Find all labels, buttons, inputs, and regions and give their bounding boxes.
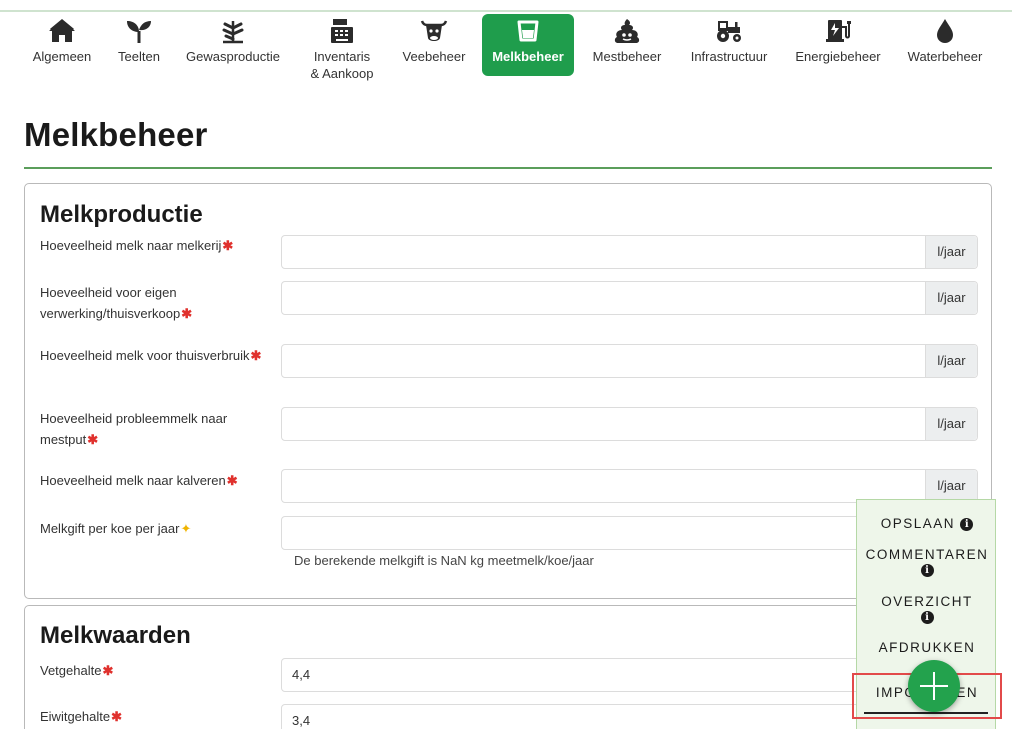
unit-addon: l/jaar xyxy=(925,470,977,502)
water-drop-icon xyxy=(898,18,992,48)
label-text: Hoeveelheid melk naar kalveren xyxy=(40,473,226,488)
sprout-icon xyxy=(110,18,168,48)
fab-plus-button[interactable] xyxy=(908,660,960,712)
nav-label: Teelten xyxy=(118,49,160,64)
melk-naar-melkerij-input[interactable]: l/jaar xyxy=(281,235,978,269)
field-label: Hoeveelheid melk naar kalveren✱ xyxy=(40,470,270,491)
section-title: Melkproductie xyxy=(40,201,203,228)
probleemmelk-input[interactable]: l/jaar xyxy=(281,407,978,441)
required-marker: ✱ xyxy=(87,432,99,447)
section-title: Melkwaarden xyxy=(40,622,191,649)
melkgift-input[interactable] xyxy=(281,516,861,550)
info-icon: i xyxy=(920,563,934,577)
nav-label: Infrastructuur xyxy=(690,49,768,64)
label-text: Hoeveelheid voor eigen verwerking/thuisv… xyxy=(40,285,181,321)
nav-item-inventaris[interactable]: Inventaris & Aankoop xyxy=(298,14,386,81)
label-text: Hoeveelheid melk voor thuisverbruik xyxy=(40,348,250,363)
commentaren-button[interactable]: COMMENTAREN i xyxy=(857,547,997,577)
label-text: Vetgehalte xyxy=(40,663,102,678)
required-marker: ✱ xyxy=(102,663,114,678)
button-label: AFDRUKKEN xyxy=(878,640,976,655)
info-icon: i xyxy=(920,610,934,624)
nav-label: Veebeheer xyxy=(402,49,466,64)
nav-item-waterbeheer[interactable]: Waterbeheer xyxy=(898,14,992,76)
vetgehalte-input[interactable]: 4,4 xyxy=(281,658,861,692)
field-label: Melkgift per koe per jaar✦ xyxy=(40,518,270,539)
field-label: Hoeveelheid melk voor thuisverbruik✱ xyxy=(40,345,270,366)
unit-addon: l/jaar xyxy=(925,345,977,377)
cash-register-icon xyxy=(298,18,386,48)
button-label: OVERZICHT xyxy=(881,594,973,609)
calculated-hint: De berekende melkgift is NaN kg meetmelk… xyxy=(294,553,594,568)
page-title: Melkbeheer xyxy=(24,116,208,153)
nav-label: Mestbeheer xyxy=(592,49,662,64)
field-label: Hoeveelheid probleemmelk naar mestput✱ xyxy=(40,408,270,450)
nav-label-line1: Inventaris xyxy=(313,49,371,64)
nav-item-mestbeheer[interactable]: Mestbeheer xyxy=(584,14,670,76)
plus-icon-stroke xyxy=(933,672,935,700)
field-label: Hoeveelheid melk naar melkerij✱ xyxy=(40,235,270,256)
info-icon: i xyxy=(960,517,974,531)
melkwaarden-card: Melkwaarden Vetgehalte✱ 4,4 Eiwitgehalte… xyxy=(24,605,992,729)
nav-item-teelten[interactable]: Teelten xyxy=(110,14,168,76)
label-text: Eiwitgehalte xyxy=(40,709,111,724)
nav-item-gewasproductie[interactable]: Gewasproductie xyxy=(178,14,288,76)
required-marker: ✱ xyxy=(181,306,193,321)
field-label: Vetgehalte✱ xyxy=(40,660,270,681)
required-marker: ✱ xyxy=(111,709,123,724)
required-marker: ✱ xyxy=(250,348,262,363)
nav-label-line2: & Aankoop xyxy=(310,66,374,81)
unit-addon: l/jaar xyxy=(925,282,977,314)
nav-label: Gewasproductie xyxy=(186,49,280,64)
input-value: 3,4 xyxy=(292,713,311,728)
nav-item-energiebeheer[interactable]: Energiebeheer xyxy=(786,14,890,76)
plant-icon xyxy=(178,18,288,48)
nav-label: Waterbeheer xyxy=(907,49,983,64)
unit-addon: l/jaar xyxy=(925,236,977,268)
opslaan-button[interactable]: OPSLAAN i xyxy=(857,516,997,531)
nav-label: Melkbeheer xyxy=(492,49,564,64)
nav-label: Energiebeheer xyxy=(795,49,881,64)
label-text: Melkgift per koe per jaar xyxy=(40,521,180,536)
tractor-icon xyxy=(680,18,778,48)
melkproductie-card: Melkproductie Hoeveelheid melk naar melk… xyxy=(24,183,992,599)
input-value: 4,4 xyxy=(292,667,311,682)
button-label: COMMENTAREN xyxy=(865,547,989,562)
label-text: Hoeveelheid melk naar melkerij xyxy=(40,238,222,253)
cow-icon xyxy=(396,18,472,48)
nav-item-melkbeheer[interactable]: Melkbeheer xyxy=(482,14,574,76)
nav-item-veebeheer[interactable]: Veebeheer xyxy=(396,14,472,76)
field-label: Eiwitgehalte✱ xyxy=(40,706,270,727)
afdrukken-button[interactable]: AFDRUKKEN xyxy=(857,640,997,655)
milk-bucket-icon xyxy=(482,18,574,48)
optional-marker: ✦ xyxy=(180,521,192,536)
unit-addon: l/jaar xyxy=(925,408,977,440)
ev-charger-icon xyxy=(786,18,890,48)
button-label: OPSLAAN xyxy=(880,516,955,531)
melk-naar-kalveren-input[interactable]: l/jaar xyxy=(281,469,978,503)
field-label: Hoeveelheid voor eigen verwerking/thuisv… xyxy=(40,282,270,324)
manure-icon xyxy=(584,18,670,48)
required-marker: ✱ xyxy=(222,238,234,253)
overzicht-button[interactable]: OVERZICHT i xyxy=(857,594,997,624)
nav-label: Algemeen xyxy=(32,49,92,64)
title-divider xyxy=(24,167,992,169)
label-text: Hoeveelheid probleemmelk naar mestput xyxy=(40,411,228,447)
home-icon xyxy=(22,18,102,48)
nav-item-algemeen[interactable]: Algemeen xyxy=(22,14,102,76)
eigen-verwerking-input[interactable]: l/jaar xyxy=(281,281,978,315)
thuisverbruik-input[interactable]: l/jaar xyxy=(281,344,978,378)
module-navbar: Algemeen Teelten Gewasproductie Inventar… xyxy=(0,12,1012,96)
eiwitgehalte-input[interactable]: 3,4 xyxy=(281,704,861,729)
required-marker: ✱ xyxy=(226,473,238,488)
nav-item-infrastructuur[interactable]: Infrastructuur xyxy=(680,14,778,76)
